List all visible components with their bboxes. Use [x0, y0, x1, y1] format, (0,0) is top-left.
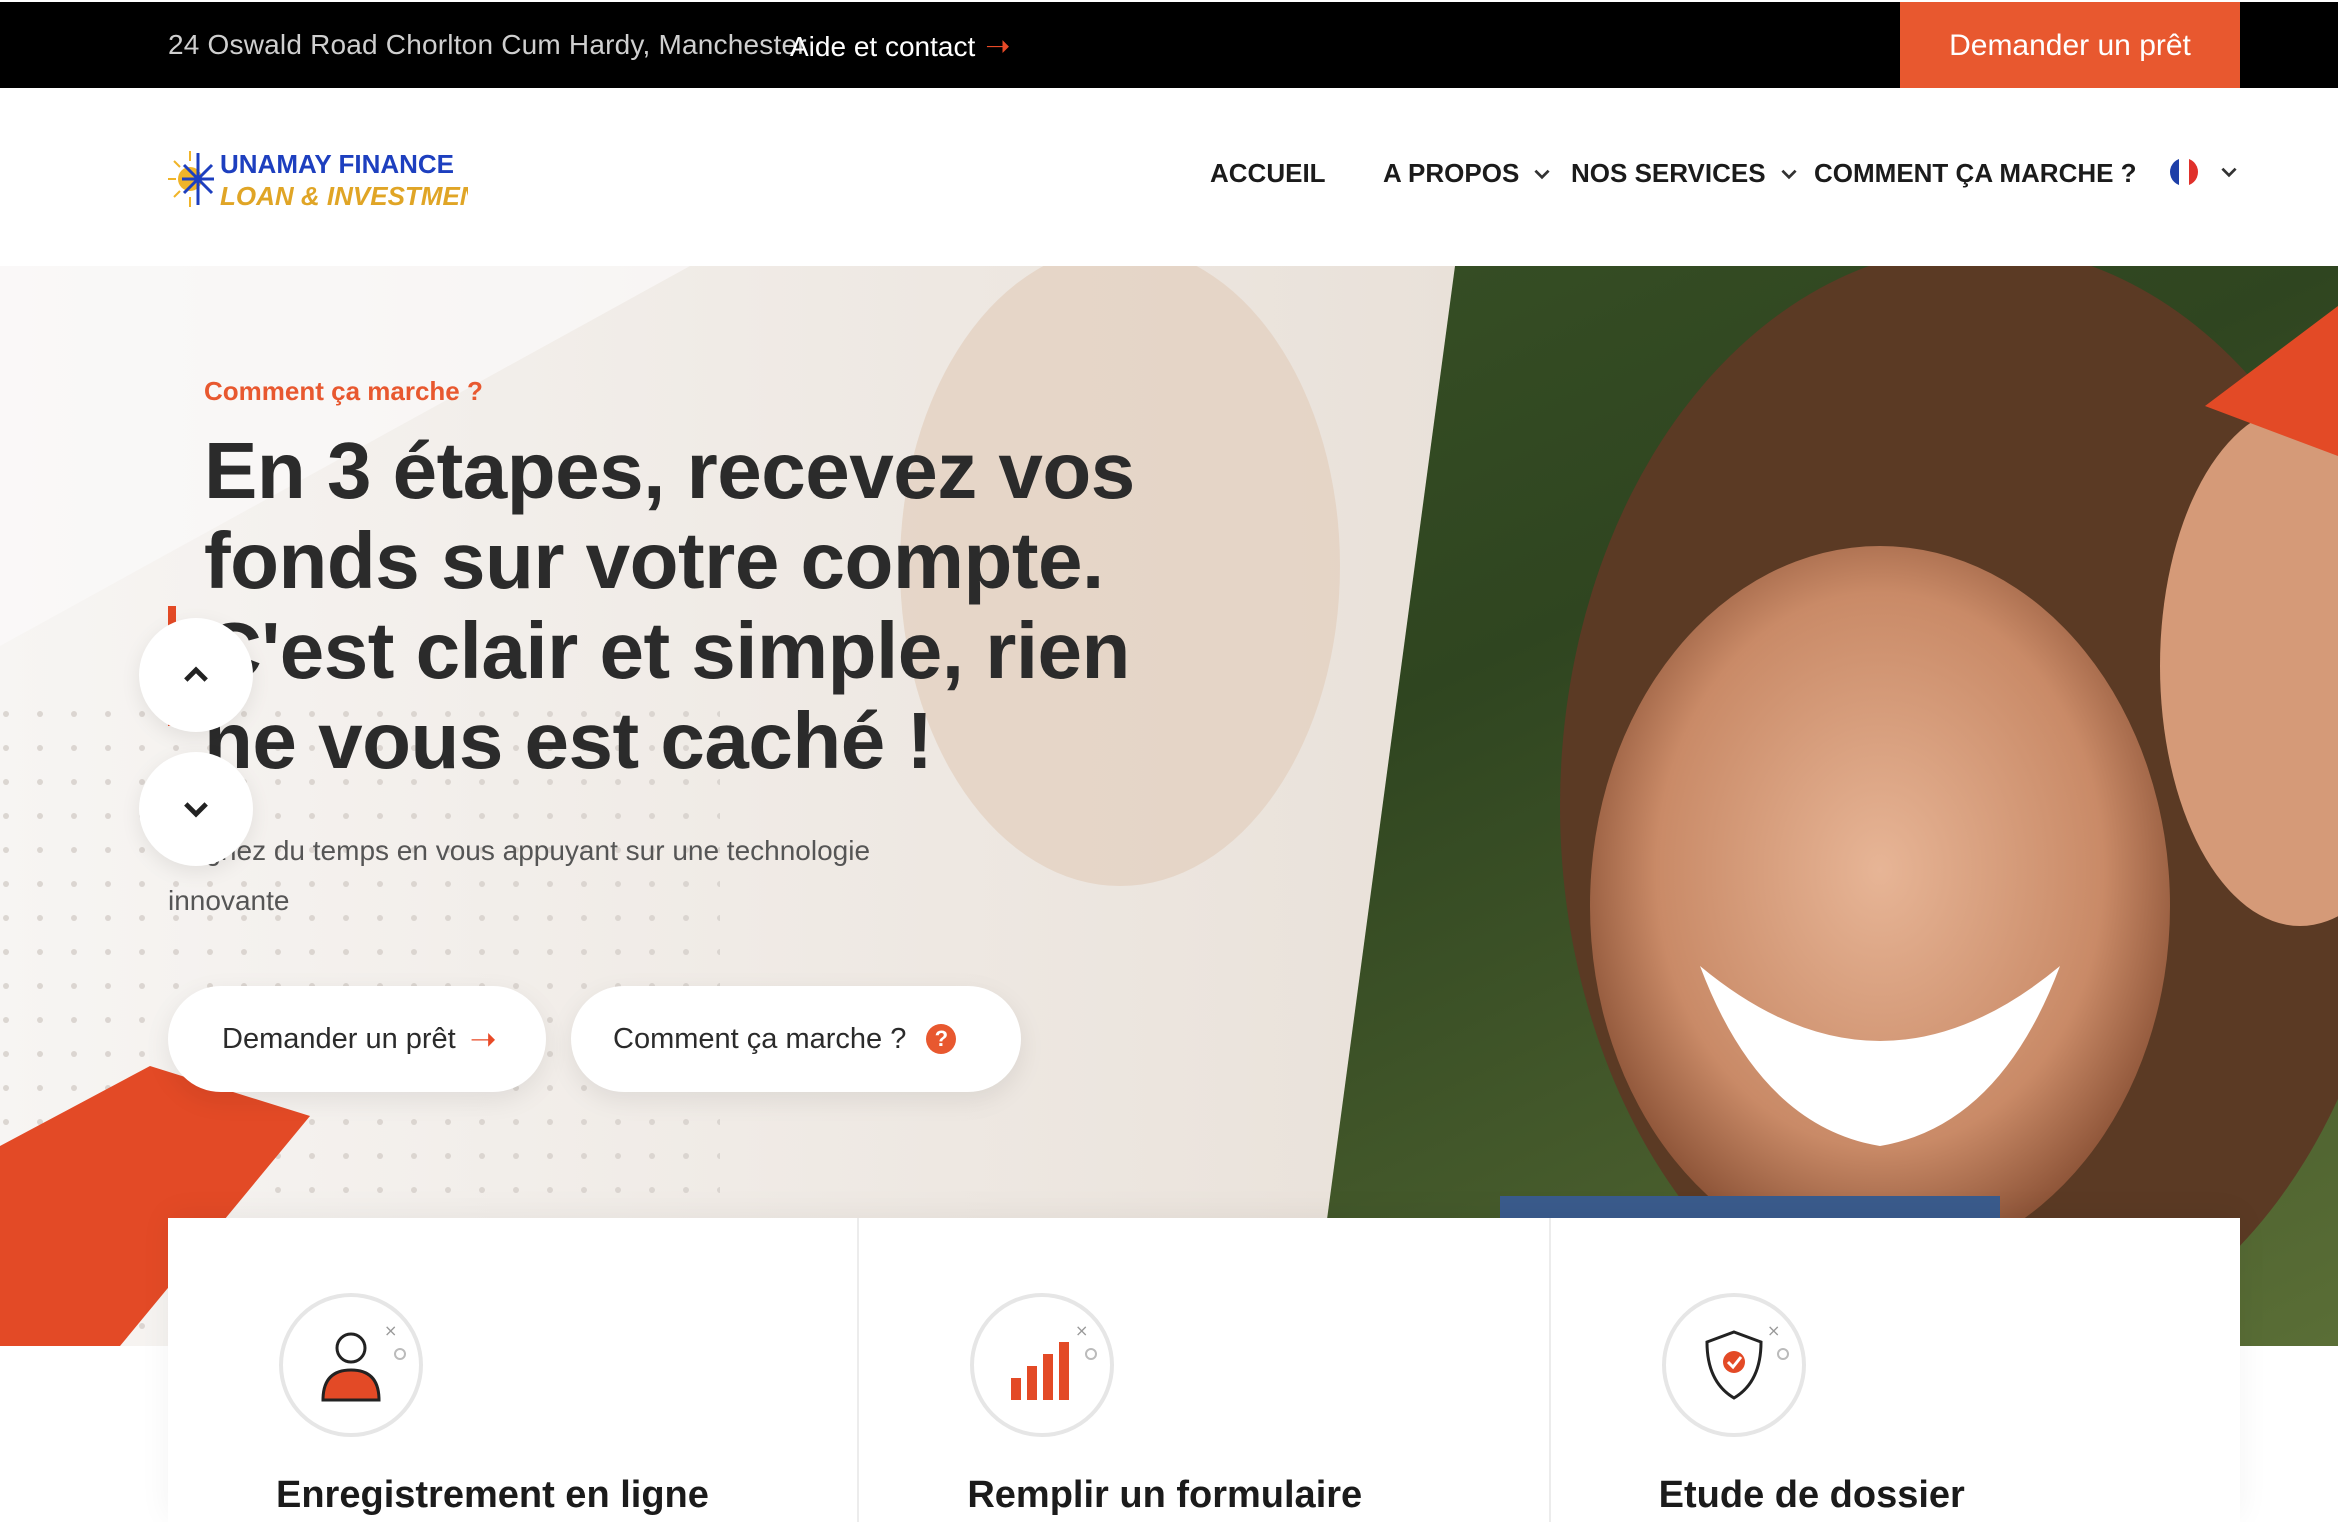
- nav-item-apropos[interactable]: A PROPOS: [1383, 158, 1553, 189]
- help-contact-label: Aide et contact: [790, 30, 976, 62]
- step-card: × Remplir un formulaire: [859, 1218, 1551, 1522]
- site-logo[interactable]: UNAMAY FINANCE LOAN & INVESTMENT: [168, 143, 468, 215]
- chevron-down-icon: [1534, 169, 1550, 179]
- logo-line1: UNAMAY FINANCE: [220, 149, 454, 179]
- request-loan-top-button[interactable]: Demander un prêt: [1900, 2, 2240, 90]
- hero-section: Comment ça marche ? En 3 étapes, recevez…: [0, 266, 2338, 1346]
- address-text: 24 Oswald Road Chorlton Cum Hardy, Manch…: [168, 29, 807, 60]
- step-card: × Etude de dossier: [1551, 1218, 2240, 1522]
- nav-item-comment-ca-marche[interactable]: COMMENT ÇA MARCHE ?: [1814, 158, 2137, 189]
- help-contact-link[interactable]: Aide et contact ➝: [790, 29, 1010, 64]
- top-bar: 24 Oswald Road Chorlton Cum Hardy, Manch…: [0, 0, 2338, 90]
- logo-line2: LOAN & INVESTMENT: [220, 181, 468, 211]
- chevron-down-icon: [184, 802, 208, 818]
- how-it-works-label: Comment ça marche ?: [613, 1022, 907, 1055]
- chevron-up-icon: [184, 666, 208, 682]
- steps-section: × Enregistrement en ligne × Remplir un f…: [168, 1218, 2240, 1522]
- hero-eyebrow: Comment ça marche ?: [204, 376, 483, 406]
- nav-label-comment: COMMENT ÇA MARCHE ?: [1814, 158, 2137, 188]
- step-card: × Enregistrement en ligne: [168, 1218, 860, 1522]
- step-title: Remplir un formulaire: [967, 1474, 1363, 1516]
- slide-next-button[interactable]: [139, 752, 253, 866]
- shield-check-icon: ×: [1661, 1293, 1806, 1437]
- site-header: UNAMAY FINANCE LOAN & INVESTMENT ACCUEIL…: [0, 88, 2338, 266]
- request-loan-button[interactable]: Demander un prêt ➝: [168, 986, 546, 1092]
- how-it-works-button[interactable]: Comment ça marche ? ?: [571, 986, 1021, 1092]
- request-loan-label: Demander un prêt: [222, 1022, 456, 1055]
- svg-text:×: ×: [1767, 1321, 1780, 1340]
- nav-label-accueil: ACCUEIL: [1210, 158, 1326, 188]
- arrow-right-icon: ➝: [469, 1021, 497, 1057]
- chevron-down-icon: [2221, 167, 2237, 178]
- arrow-right-icon: ➝: [985, 30, 1011, 63]
- language-selector[interactable]: [2170, 158, 2240, 186]
- hero-headline: En 3 étapes, recevez vos fonds sur votre…: [204, 426, 1135, 785]
- nav-label-services: NOS SERVICES: [1571, 158, 1766, 188]
- fr-flag-icon: [2170, 158, 2198, 186]
- nav-item-accueil[interactable]: ACCUEIL: [1210, 158, 1326, 189]
- hero-subtitle: Gagnez du temps en vous appuyant sur une…: [168, 835, 871, 916]
- slide-prev-button[interactable]: [139, 618, 253, 732]
- bar-chart-icon: ×: [970, 1293, 1115, 1437]
- step-title: Etude de dossier: [1658, 1474, 1965, 1516]
- svg-text:×: ×: [1075, 1321, 1088, 1340]
- question-icon: ?: [926, 1024, 957, 1054]
- user-icon: ×: [279, 1293, 423, 1437]
- nav-item-services[interactable]: NOS SERVICES: [1571, 158, 1800, 189]
- nav-label-apropos: A PROPOS: [1383, 158, 1520, 188]
- step-title: Enregistrement en ligne: [276, 1474, 709, 1516]
- chevron-down-icon: [1781, 169, 1797, 179]
- svg-text:×: ×: [384, 1321, 397, 1340]
